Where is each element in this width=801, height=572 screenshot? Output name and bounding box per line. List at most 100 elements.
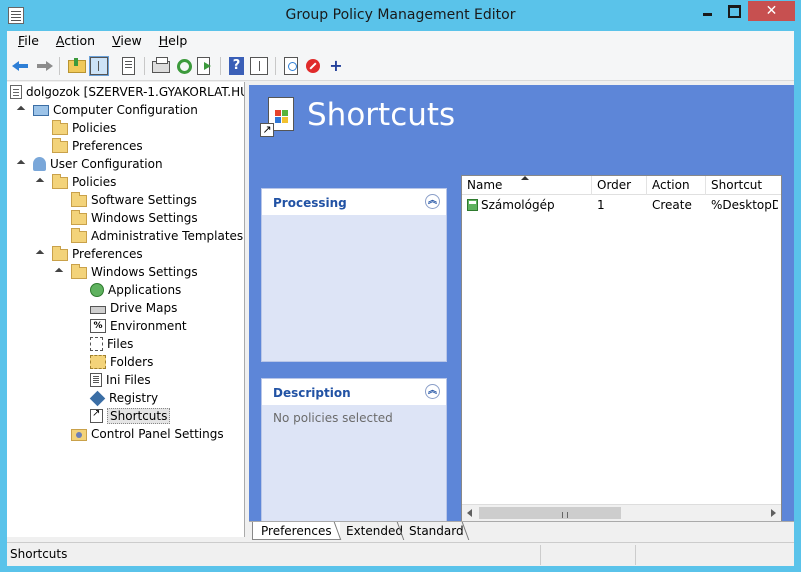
page-title: Shortcuts: [307, 97, 456, 133]
environment-icon: %: [90, 319, 106, 333]
shortcuts-large-icon: ↗: [260, 97, 296, 139]
tree-item-registry[interactable]: Registry: [74, 389, 158, 407]
menu-bar: File Action View Help: [7, 31, 794, 51]
forward-arrow-icon[interactable]: [35, 57, 53, 75]
close-icon: ✕: [765, 3, 778, 19]
tab-preferences[interactable]: Preferences: [252, 522, 340, 540]
tree-item-drive-maps[interactable]: Drive Maps: [90, 299, 177, 317]
maximize-button[interactable]: [721, 1, 748, 21]
list-header: Name Order Action Shortcut: [462, 176, 781, 195]
description-text: No policies selected: [273, 411, 393, 425]
up-one-level-icon[interactable]: [68, 58, 86, 73]
shortcut-icon: [90, 408, 103, 423]
status-divider: [635, 545, 636, 565]
menu-file[interactable]: File: [12, 31, 45, 51]
column-header-shortcut[interactable]: Shortcut: [706, 176, 781, 195]
menu-help[interactable]: Help: [153, 31, 194, 51]
status-bar: Shortcuts: [7, 542, 794, 566]
show-console-tree-icon[interactable]: [89, 56, 109, 76]
menu-action[interactable]: Action: [50, 31, 101, 51]
calculator-icon: [467, 199, 478, 211]
row-name: Számológép: [481, 198, 555, 212]
toolbar-separator: [59, 57, 60, 75]
tree-item-uc-preferences[interactable]: Preferences: [36, 245, 143, 263]
folder-icon: [52, 246, 68, 261]
tree-item-root[interactable]: dolgozok [SZERVER-1.GYAKORLAT.HU]: [10, 83, 244, 101]
tree-item-cc-policies[interactable]: Policies: [36, 119, 116, 137]
gpo-document-icon: [10, 85, 22, 99]
ini-file-icon: [90, 373, 102, 387]
collapse-chevron-icon[interactable]: ︽: [425, 194, 440, 209]
column-header-name[interactable]: Name: [462, 176, 592, 195]
back-arrow-icon[interactable]: [12, 57, 30, 75]
scrollbar-thumb[interactable]: [479, 507, 621, 519]
new-item-icon[interactable]: [284, 57, 298, 75]
grip-icon: [562, 512, 568, 518]
expand-arrow-icon[interactable]: [36, 141, 46, 151]
refresh-icon[interactable]: [177, 59, 192, 74]
tree-item-software-settings[interactable]: Software Settings: [55, 191, 197, 209]
tree-item-computer-configuration[interactable]: Computer Configuration: [17, 101, 198, 119]
scroll-left-icon[interactable]: [467, 509, 472, 517]
folder-icon: [71, 192, 87, 207]
column-header-order[interactable]: Order: [592, 176, 647, 195]
folder-icon: [71, 228, 87, 243]
collapse-arrow-icon[interactable]: [36, 249, 46, 259]
expand-arrow-icon[interactable]: [55, 231, 65, 241]
tree-item-control-panel-settings[interactable]: Control Panel Settings: [55, 425, 224, 443]
expand-arrow-icon[interactable]: [55, 195, 65, 205]
expand-arrow-icon[interactable]: [55, 213, 65, 223]
collapse-arrow-icon[interactable]: [36, 177, 46, 187]
tree-item-shortcuts[interactable]: Shortcuts: [90, 407, 171, 425]
scroll-right-icon[interactable]: [771, 509, 776, 517]
folder-icon: [52, 174, 68, 189]
tree-item-windows-settings-policies[interactable]: Windows Settings: [55, 209, 198, 227]
tree-item-uc-policies[interactable]: Policies: [36, 173, 116, 191]
add-icon[interactable]: +: [327, 57, 345, 75]
tree-item-administrative-templates[interactable]: Administrative Templates: Po: [55, 227, 244, 245]
expand-arrow-icon[interactable]: [74, 393, 84, 403]
toolbar-separator: [275, 57, 276, 75]
export-list-icon[interactable]: [197, 57, 211, 75]
tree-item-ini-files[interactable]: Ini Files: [90, 371, 151, 389]
status-divider: [540, 545, 541, 565]
description-panel: Description ︽ No policies selected: [261, 378, 447, 522]
tree-item-files[interactable]: Files: [90, 335, 133, 353]
collapse-arrow-icon[interactable]: [17, 105, 27, 115]
tree-item-environment[interactable]: % Environment: [90, 317, 187, 335]
folder-icon: [71, 210, 87, 225]
menu-view[interactable]: View: [106, 31, 148, 51]
disable-item-icon[interactable]: [306, 59, 320, 73]
toolbar-separator: [144, 57, 145, 75]
computer-icon: [33, 104, 49, 116]
status-text: Shortcuts: [10, 547, 68, 561]
show-hide-action-pane-icon[interactable]: [250, 57, 268, 75]
processing-panel-header[interactable]: Processing ︽: [262, 189, 446, 215]
collapse-arrow-icon[interactable]: [17, 159, 27, 169]
tree-item-folders[interactable]: Folders: [90, 353, 153, 371]
tree-item-windows-settings-preferences[interactable]: Windows Settings: [55, 263, 198, 281]
row-order: 1: [597, 198, 605, 212]
toolbar: ? +: [7, 51, 794, 81]
collapse-chevron-icon[interactable]: ︽: [425, 384, 440, 399]
column-header-action[interactable]: Action: [647, 176, 706, 195]
expand-arrow-icon[interactable]: [55, 429, 65, 439]
drive-icon: [90, 305, 106, 314]
print-icon[interactable]: [152, 57, 170, 73]
list-horizontal-scrollbar[interactable]: [462, 504, 781, 521]
tree-item-user-configuration[interactable]: User Configuration: [17, 155, 163, 173]
help-icon[interactable]: ?: [229, 57, 244, 75]
table-row[interactable]: Számológép 1 Create %DesktopDir%: [462, 195, 778, 214]
row-action: Create: [652, 198, 692, 212]
close-button[interactable]: ✕: [748, 1, 795, 21]
minimize-button[interactable]: [694, 1, 721, 21]
tab-standard[interactable]: Standard: [401, 522, 472, 540]
properties-icon[interactable]: [122, 57, 135, 75]
tree-item-applications[interactable]: Applications: [90, 281, 181, 299]
expand-arrow-icon[interactable]: [36, 123, 46, 133]
tree-item-cc-preferences[interactable]: Preferences: [36, 137, 143, 155]
description-panel-header[interactable]: Description ︽: [262, 379, 446, 405]
title-bar: Group Policy Management Editor ✕: [0, 0, 801, 32]
row-shortcut: %DesktopDir%: [711, 198, 778, 212]
collapse-arrow-icon[interactable]: [55, 267, 65, 277]
